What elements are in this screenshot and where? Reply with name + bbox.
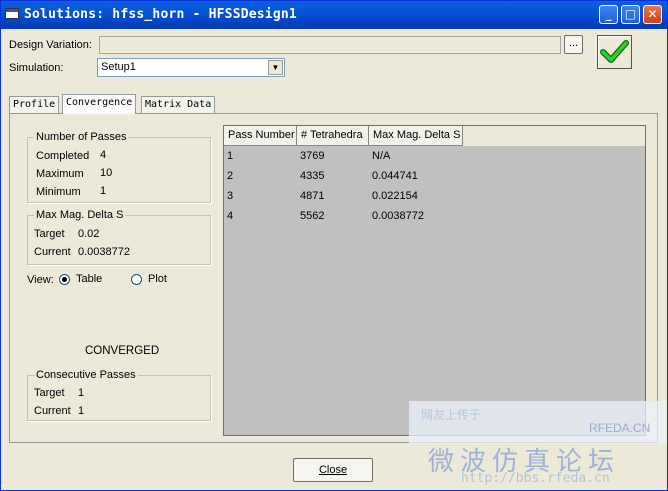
green-check-icon [597, 35, 632, 69]
view-label: View: [27, 274, 54, 286]
consecutive-passes-title: Consecutive Passes [34, 369, 138, 381]
cell-delta-s: N/A [372, 150, 391, 162]
cell-pass-number: 2 [227, 170, 234, 182]
convergence-table[interactable]: Pass Number # Tetrahedra Max Mag. Delta … [223, 125, 646, 436]
consecutive-current-value: 1 [78, 405, 85, 417]
delta-current-value: 0.0038772 [78, 246, 130, 258]
minimum-label: Minimum [36, 186, 81, 198]
chevron-down-icon[interactable]: ▼ [268, 60, 283, 75]
delta-target-value: 0.02 [78, 228, 100, 240]
consecutive-target-value: 1 [78, 387, 85, 399]
simulation-select[interactable]: Setup1 ▼ [97, 58, 285, 77]
tab-profile[interactable]: Profile [9, 96, 60, 113]
cell-delta-s: 0.0038772 [372, 210, 424, 222]
design-variation-browse-button[interactable]: ... [564, 35, 583, 54]
design-variation-field[interactable] [99, 36, 561, 54]
solutions-window: Solutions: hfss_horn - HFSSDesign1 _ □ ✕… [0, 0, 668, 491]
watermark-brand: RFEDA.CN [589, 421, 651, 435]
cell-pass-number: 4 [227, 210, 234, 222]
window-icon [5, 8, 19, 19]
table-header: Pass Number # Tetrahedra Max Mag. Delta … [224, 126, 645, 146]
cell-pass-number: 3 [227, 190, 234, 202]
number-of-passes-title: Number of Passes [34, 131, 129, 143]
consecutive-target-label: Target [34, 387, 65, 399]
view-plot-label[interactable]: Plot [148, 273, 167, 285]
cell-tetrahedra: 3769 [300, 150, 325, 162]
simulation-label: Simulation: [9, 62, 64, 74]
maximum-value: 10 [100, 167, 113, 179]
delta-current-label: Current [34, 246, 71, 258]
cell-delta-s: 0.022154 [372, 190, 418, 202]
number-of-passes-group: Number of Passes Completed 4 Maximum 10 … [27, 131, 211, 203]
design-variation-label: Design Variation: [9, 39, 92, 51]
view-plot-radio[interactable] [131, 274, 142, 285]
view-table-label[interactable]: Table [76, 273, 102, 285]
title-bar[interactable]: Solutions: hfss_horn - HFSSDesign1 _ □ ✕ [1, 1, 667, 29]
tab-convergence[interactable]: Convergence [62, 94, 137, 114]
cell-tetrahedra: 4871 [300, 190, 325, 202]
column-header-tetrahedra[interactable]: # Tetrahedra [297, 126, 369, 146]
completed-value: 4 [100, 149, 107, 161]
cell-pass-number: 1 [227, 150, 234, 162]
consecutive-passes-group: Consecutive Passes Target 1 Current 1 [27, 369, 211, 421]
cell-delta-s: 0.044741 [372, 170, 418, 182]
column-header-max-mag-delta-s[interactable]: Max Mag. Delta S [369, 126, 463, 146]
maximize-button[interactable]: □ [621, 5, 640, 24]
view-table-radio[interactable] [59, 274, 70, 285]
minimize-button[interactable]: _ [599, 5, 618, 24]
column-header-pass-number[interactable]: Pass Number [224, 126, 297, 146]
completed-label: Completed [36, 150, 90, 162]
cell-tetrahedra: 5562 [300, 210, 325, 222]
watermark-url: http://bbs.rfeda.cn [461, 471, 610, 486]
convergence-status: CONVERGED [85, 345, 160, 357]
consecutive-current-label: Current [34, 405, 71, 417]
delta-target-label: Target [34, 228, 65, 240]
cell-tetrahedra: 4335 [300, 170, 325, 182]
window-title: Solutions: hfss_horn - HFSSDesign1 [24, 7, 297, 22]
tab-matrix-data[interactable]: Matrix Data [141, 96, 216, 113]
maximum-label: Maximum [36, 168, 84, 180]
close-window-button[interactable]: ✕ [643, 5, 662, 24]
simulation-value: Setup1 [101, 61, 136, 73]
minimum-value: 1 [100, 185, 107, 197]
watermark-line1: 网友上传于 [421, 408, 482, 422]
close-button[interactable]: Close [293, 458, 373, 482]
max-mag-delta-s-group: Max Mag. Delta S Target 0.02 Current 0.0… [27, 209, 211, 265]
max-mag-delta-s-title: Max Mag. Delta S [34, 209, 126, 221]
